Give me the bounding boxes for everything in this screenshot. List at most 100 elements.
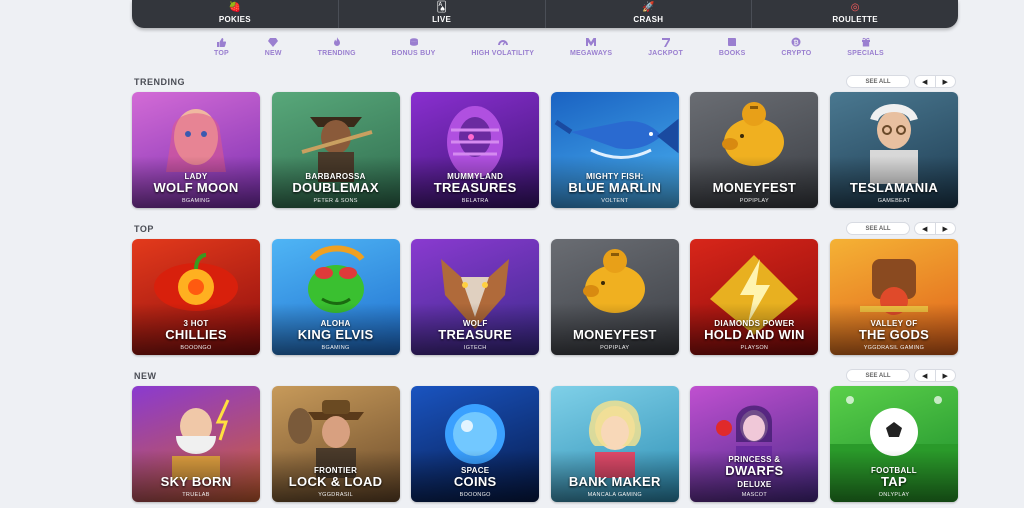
game-provider: POPIPLAY (739, 198, 769, 204)
game-card[interactable]: VALLEY OF THE GODS YGGDRASIL GAMING (829, 239, 958, 355)
carousel-arrows: ◀ ▶ (914, 75, 956, 88)
game-card[interactable]: FRONTIER LOCK & LOAD YGGDRASIL (271, 386, 400, 502)
prev-arrow-icon[interactable]: ◀ (915, 76, 936, 87)
game-carousel: SKY BORN TRUELAB FRONTIER LOCK & LOAD YGGDRA… (132, 386, 958, 502)
game-title: TAP (881, 474, 907, 489)
game-card[interactable]: TESLAMANIA GAMEBEAT (829, 92, 958, 208)
category-bar: 🍓 POKIES 🂡 LIVE 🚀 CRASH ◎ ROULETTE (132, 0, 958, 28)
category-label: LIVE (432, 15, 452, 24)
game-card[interactable]: WOLF TREASURE IGTECH (411, 239, 540, 355)
gauge-icon (497, 37, 508, 47)
prev-arrow-icon[interactable]: ◀ (915, 370, 936, 381)
category-live[interactable]: 🂡 LIVE (339, 0, 546, 28)
game-title: BLUE MARLIN (568, 180, 662, 195)
roulette-wheel-icon: ◎ (850, 2, 860, 13)
game-title: TREASURE (438, 327, 513, 342)
filter-crypto[interactable]: ₿ CRYPTO (781, 37, 811, 61)
filter-megaways[interactable]: MEGAWAYS (570, 37, 612, 61)
game-card[interactable]: BANK MAKER MANCALA GAMING (550, 386, 679, 502)
game-title: HOLD AND WIN (704, 327, 805, 342)
game-title: TESLAMANIA (849, 180, 939, 195)
game-card[interactable]: SKY BORN TRUELAB (132, 386, 260, 502)
game-title: CHILLIES (165, 327, 227, 342)
filter-label: HIGH VOLATILITY (471, 50, 535, 57)
filter-trending[interactable]: TRENDING (318, 37, 356, 61)
book-icon (727, 37, 737, 47)
section-title: TRENDING (134, 77, 185, 87)
game-card[interactable]: PRINCESS & DWARFS DELUXE MASCOT (690, 386, 819, 502)
section-top: TOP SEE ALL ◀ ▶ 3 HOT CHILLIES BOOONGO ALOHA KIN… (132, 221, 958, 355)
game-card[interactable]: MONEYFEST POPIPLAY (690, 92, 819, 208)
game-card[interactable]: FOOTBALL TAP ONLYPLAY (829, 386, 958, 502)
game-provider: YGGDRASIL (318, 492, 353, 498)
game-carousel: LADY WOLF MOON BGAMING BARBAROSSA DOUBLEMAX P… (132, 92, 958, 208)
game-title: TREASURES (433, 180, 517, 195)
see-all-button[interactable]: SEE ALL (846, 75, 910, 88)
filter-label: SPECIALS (847, 50, 884, 57)
next-arrow-icon[interactable]: ▶ (936, 370, 956, 381)
category-label: ROULETTE (832, 15, 878, 24)
game-provider: ONLYPLAY (878, 492, 910, 498)
filter-row: TOP NEW TRENDING BONUS BUY HIGH VOLATILITY ME… (214, 37, 884, 61)
seven-icon (661, 37, 671, 47)
filter-label: TRENDING (317, 50, 356, 57)
game-card[interactable]: MONEYFEST POPIPLAY (550, 239, 679, 355)
game-provider: PLAYSON (740, 345, 769, 351)
playing-card-icon: 🂡 (436, 2, 447, 13)
filter-high-volatility[interactable]: HIGH VOLATILITY (471, 37, 534, 61)
section-header: TRENDING SEE ALL ◀ ▶ (132, 74, 958, 90)
category-roulette[interactable]: ◎ ROULETTE (752, 0, 958, 28)
game-title: MONEYFEST (712, 180, 797, 195)
flame-icon (332, 37, 342, 47)
game-provider: VOLTENT (601, 198, 629, 204)
game-title: DOUBLEMAX (292, 180, 379, 195)
game-provider: TRUELAB (182, 492, 210, 498)
game-card[interactable]: LADY WOLF MOON BGAMING (132, 92, 260, 208)
see-all-button[interactable]: SEE ALL (846, 369, 910, 382)
next-arrow-icon[interactable]: ▶ (936, 223, 956, 234)
game-title: COINS (453, 474, 497, 489)
filter-top[interactable]: TOP (214, 37, 229, 61)
game-provider: GAMEBEAT (877, 198, 911, 204)
game-title: MONEYFEST (572, 327, 657, 342)
filter-new[interactable]: NEW (265, 37, 282, 61)
filter-books[interactable]: BOOKS (719, 37, 746, 61)
game-card[interactable]: SPACE COINS BOOONGO (411, 386, 540, 502)
game-title: SKY BORN (160, 474, 232, 489)
carousel-arrows: ◀ ▶ (914, 222, 956, 235)
game-provider: IGTECH (463, 345, 487, 351)
see-all-button[interactable]: SEE ALL (846, 222, 910, 235)
megaways-m-icon (586, 37, 597, 47)
section-title: NEW (134, 371, 157, 381)
filter-specials[interactable]: SPECIALS (847, 37, 884, 61)
category-pokies[interactable]: 🍓 POKIES (132, 0, 339, 28)
section-header: TOP SEE ALL ◀ ▶ (132, 221, 958, 237)
game-card[interactable]: MUMMYLAND TREASURES BELATRA (411, 92, 540, 208)
filter-bonus-buy[interactable]: BONUS BUY (392, 37, 436, 61)
game-title: WOLF MOON (153, 180, 239, 195)
strawberry-icon: 🍓 (228, 2, 242, 13)
game-provider: BELATRA (461, 198, 489, 204)
game-title-line3: DELUXE (737, 480, 772, 489)
filter-jackpot[interactable]: JACKPOT (648, 37, 683, 61)
filter-label: MEGAWAYS (570, 50, 613, 57)
game-provider: BGAMING (321, 345, 350, 351)
game-card[interactable]: MIGHTY FISH: BLUE MARLIN VOLTENT (550, 92, 679, 208)
game-provider: BOOONGO (459, 492, 491, 498)
game-provider: BOOONGO (180, 345, 212, 351)
game-card[interactable]: BARBAROSSA DOUBLEMAX PETER & SONS (271, 92, 400, 208)
game-title: THE GODS (858, 327, 930, 342)
section-trending: TRENDING SEE ALL ◀ ▶ LADY WOLF MOON BGAMING BAR… (132, 74, 958, 208)
next-arrow-icon[interactable]: ▶ (936, 76, 956, 87)
filter-label: BOOKS (718, 50, 746, 57)
category-crash[interactable]: 🚀 CRASH (546, 0, 753, 28)
diamond-icon (268, 37, 279, 47)
carousel-arrows: ◀ ▶ (914, 369, 956, 382)
game-card[interactable]: 3 HOT CHILLIES BOOONGO (132, 239, 260, 355)
game-card[interactable]: DIAMONDS POWER HOLD AND WIN PLAYSON (690, 239, 819, 355)
section-header: NEW SEE ALL ◀ ▶ (132, 368, 958, 384)
game-card[interactable]: ALOHA KING ELVIS BGAMING (271, 239, 400, 355)
svg-text:₿: ₿ (794, 39, 799, 47)
game-carousel: 3 HOT CHILLIES BOOONGO ALOHA KING ELVIS BGAMI… (132, 239, 958, 355)
prev-arrow-icon[interactable]: ◀ (915, 223, 936, 234)
